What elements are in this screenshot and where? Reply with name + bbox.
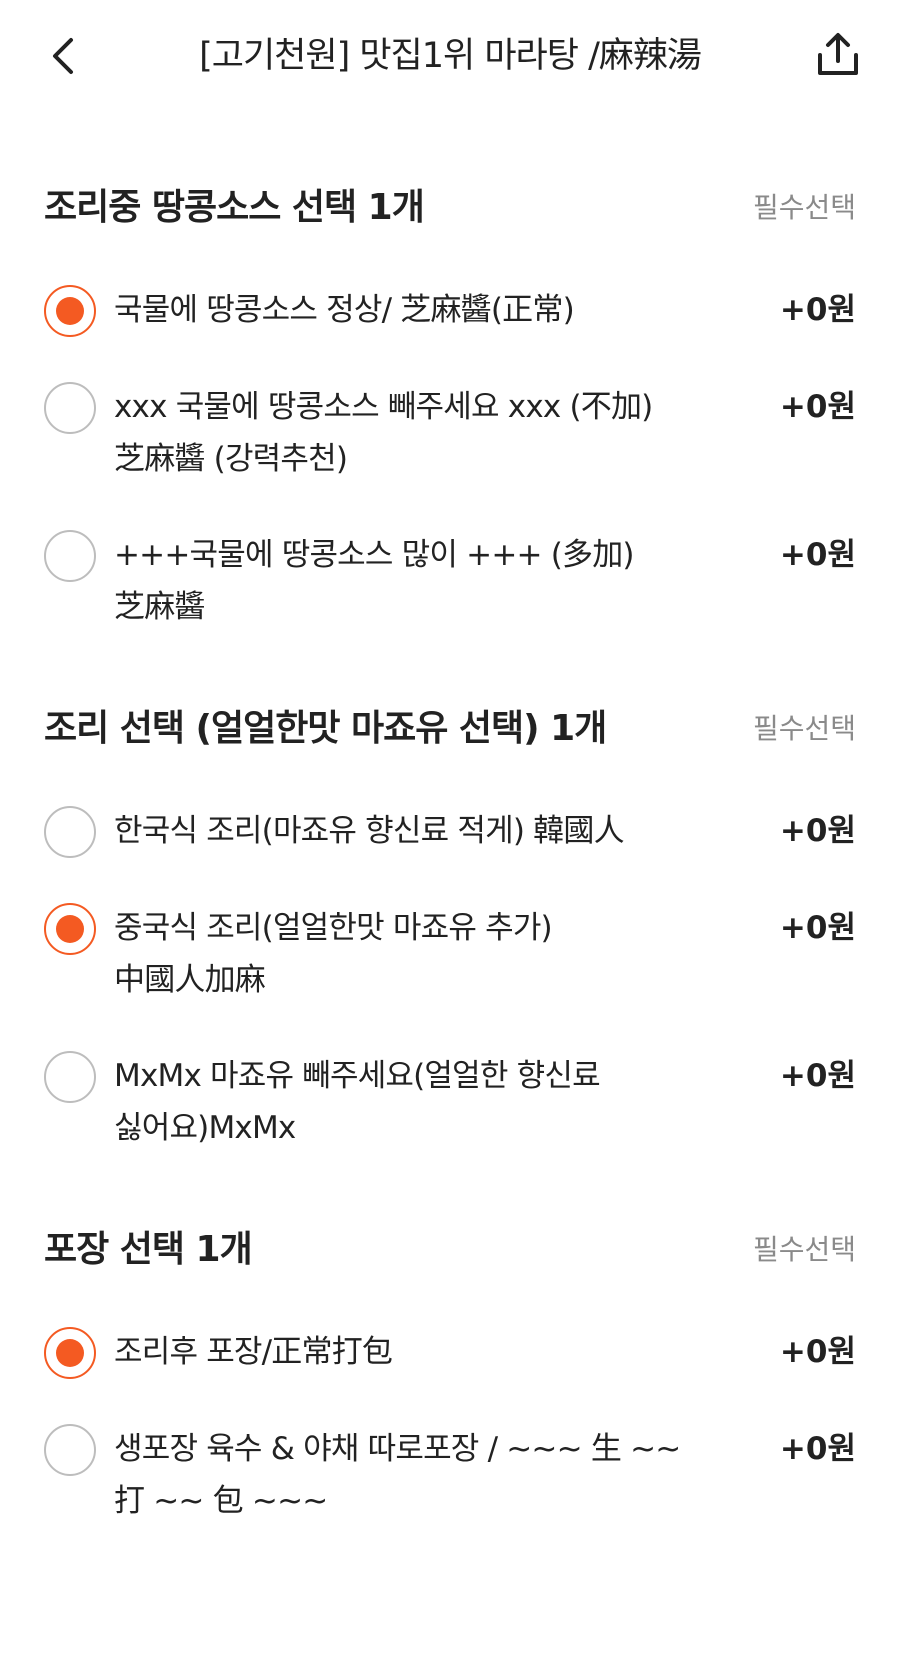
option-price: +0원 bbox=[779, 910, 856, 946]
share-icon bbox=[818, 33, 858, 75]
radio-button[interactable] bbox=[44, 1327, 96, 1379]
option-price: +0원 bbox=[779, 1334, 856, 1370]
back-button[interactable] bbox=[36, 28, 92, 84]
option-item[interactable]: 중국식 조리(얼얼한맛 마죠유 추가) 中國人加麻 +0원 bbox=[0, 902, 900, 1006]
required-badge: 필수선택 bbox=[752, 712, 856, 745]
option-item[interactable]: +++국물에 땅콩소스 많이 +++ (多加)芝麻醬 +0원 bbox=[0, 529, 900, 633]
share-button[interactable] bbox=[810, 26, 866, 82]
option-group-header: 조리중 땅콩소스 선택 1개 필수선택 bbox=[0, 112, 900, 236]
option-label: +++국물에 땅콩소스 많이 +++ (多加)芝麻醬 bbox=[114, 537, 635, 625]
option-label: xxx 국물에 땅콩소스 빼주세요 xxx (不加)芝麻醬 (강력추천) bbox=[114, 389, 653, 477]
radio-button[interactable] bbox=[44, 903, 96, 955]
option-price: +0원 bbox=[779, 537, 856, 573]
option-price: +0원 bbox=[779, 1431, 856, 1467]
page-title: [고기천원] 맛집1위 마라탕 /麻辣湯 bbox=[199, 36, 702, 76]
radio-button[interactable] bbox=[44, 285, 96, 337]
option-group-spice-level: 조리 선택 (얼얼한맛 마죠유 선택) 1개 필수선택 한국식 조리(마죠유 향… bbox=[0, 633, 900, 1154]
option-label: 조리후 포장/正常打包 bbox=[114, 1334, 393, 1370]
radio-button[interactable] bbox=[44, 382, 96, 434]
option-price: +0원 bbox=[779, 813, 856, 849]
option-label: 중국식 조리(얼얼한맛 마죠유 추가) 中國人加麻 bbox=[114, 910, 553, 998]
option-group-packaging: 포장 선택 1개 필수선택 조리후 포장/正常打包 +0원 생포장 육수 & 야… bbox=[0, 1154, 900, 1527]
chevron-left-icon bbox=[53, 38, 73, 74]
top-app-bar: [고기천원] 맛집1위 마라탕 /麻辣湯 bbox=[0, 0, 900, 112]
option-label: 국물에 땅콩소스 정상/ 芝麻醬(正常) bbox=[114, 292, 575, 328]
option-group-header: 조리 선택 (얼얼한맛 마죠유 선택) 1개 필수선택 bbox=[0, 633, 900, 757]
radio-selected-dot bbox=[56, 1339, 84, 1367]
option-list: 조리중 땅콩소스 선택 1개 필수선택 국물에 땅콩소스 정상/ 芝麻醬(正常)… bbox=[0, 112, 900, 1527]
option-item[interactable]: MxMx 마죠유 빼주세요(얼얼한 향신료 싫어요)MxMx +0원 bbox=[0, 1050, 900, 1154]
radio-button[interactable] bbox=[44, 1424, 96, 1476]
option-price: +0원 bbox=[779, 292, 856, 328]
option-group-header: 포장 선택 1개 필수선택 bbox=[0, 1154, 900, 1278]
option-price: +0원 bbox=[779, 1058, 856, 1094]
option-item[interactable]: 조리후 포장/正常打包 +0원 bbox=[0, 1326, 900, 1379]
option-group-title: 조리 선택 (얼얼한맛 마죠유 선택) 1개 bbox=[44, 708, 607, 749]
option-label: 한국식 조리(마죠유 향신료 적게) 韓國人 bbox=[114, 813, 625, 849]
option-group-peanut-sauce: 조리중 땅콩소스 선택 1개 필수선택 국물에 땅콩소스 정상/ 芝麻醬(正常)… bbox=[0, 112, 900, 633]
required-badge: 필수선택 bbox=[752, 191, 856, 224]
required-badge: 필수선택 bbox=[752, 1233, 856, 1266]
option-item[interactable]: xxx 국물에 땅콩소스 빼주세요 xxx (不加)芝麻醬 (강력추천) +0원 bbox=[0, 381, 900, 485]
option-item[interactable]: 생포장 육수 & 야채 따로포장 / ~~~ 生 ~~ 打 ~~ 包 ~~~ +… bbox=[0, 1423, 900, 1527]
option-item[interactable]: 한국식 조리(마죠유 향신료 적게) 韓國人 +0원 bbox=[0, 805, 900, 858]
radio-selected-dot bbox=[56, 297, 84, 325]
option-price: +0원 bbox=[779, 389, 856, 425]
radio-selected-dot bbox=[56, 915, 84, 943]
option-label: 생포장 육수 & 야채 따로포장 / ~~~ 生 ~~ 打 ~~ 包 ~~~ bbox=[114, 1431, 681, 1519]
radio-button[interactable] bbox=[44, 806, 96, 858]
option-group-title: 조리중 땅콩소스 선택 1개 bbox=[44, 187, 425, 228]
radio-button[interactable] bbox=[44, 530, 96, 582]
radio-button[interactable] bbox=[44, 1051, 96, 1103]
option-label: MxMx 마죠유 빼주세요(얼얼한 향신료 싫어요)MxMx bbox=[114, 1058, 601, 1146]
option-group-title: 포장 선택 1개 bbox=[44, 1229, 253, 1270]
option-item[interactable]: 국물에 땅콩소스 정상/ 芝麻醬(正常) +0원 bbox=[0, 284, 900, 337]
